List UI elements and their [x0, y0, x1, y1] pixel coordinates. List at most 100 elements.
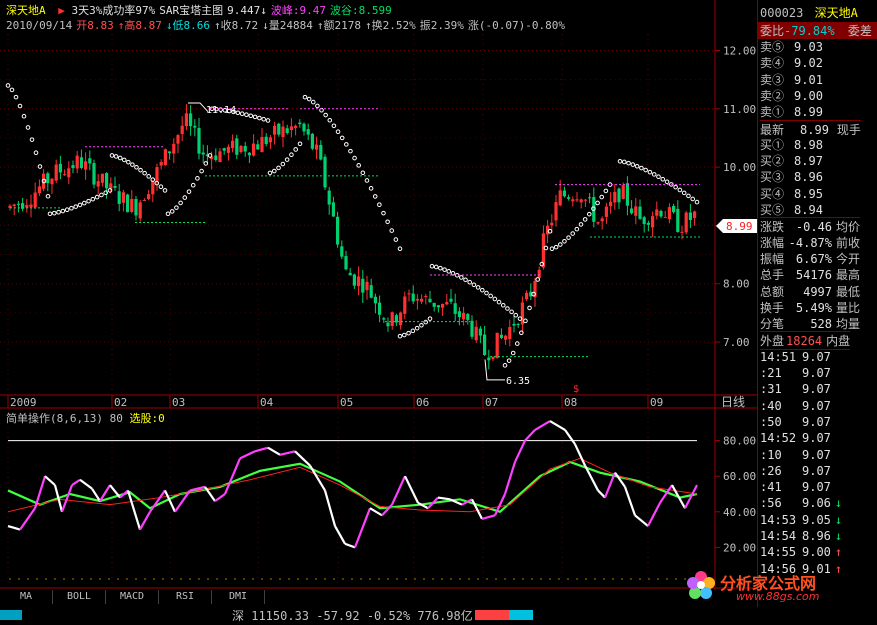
sar-dot	[21, 113, 27, 119]
low-annotation-line	[484, 359, 505, 381]
tab-rsi[interactable]: RSI	[159, 590, 212, 604]
candle-body	[474, 326, 478, 341]
sar-dot	[113, 154, 119, 159]
candle-body	[37, 186, 41, 194]
x-axis-label: 06	[416, 396, 429, 409]
candle-body	[352, 274, 356, 286]
weicha-label: 委差	[847, 24, 872, 38]
stat-row: 分笔 528 均量	[760, 315, 860, 332]
x-axis-label: 07	[485, 396, 498, 409]
sar-dot	[506, 358, 512, 363]
sar-dot	[47, 211, 53, 217]
candle-body	[218, 151, 222, 163]
kline-chart[interactable]: 12.0011.0010.009.008.007.008.99200902030…	[0, 0, 757, 607]
ind-fast-segment	[481, 514, 496, 520]
candle-body	[159, 162, 163, 166]
weibi-row: 委比-79.84% 委差	[758, 22, 877, 39]
sar-dot	[500, 302, 506, 308]
candle-body	[373, 296, 377, 304]
sar-dot	[356, 163, 361, 168]
bid-label: 买①	[760, 137, 785, 152]
candle-body	[201, 152, 205, 155]
tick-time: :40	[760, 398, 782, 413]
candle-body	[256, 144, 260, 150]
sar-dot	[69, 205, 74, 211]
candle-body	[491, 356, 495, 360]
sar-dot	[297, 141, 303, 147]
sar-dot	[389, 228, 395, 233]
sar-dot	[265, 118, 271, 123]
candle-body	[411, 293, 415, 302]
candle-body	[327, 190, 331, 205]
ind-fast-segment	[344, 542, 356, 549]
ask-label: 卖②	[760, 88, 785, 103]
candle-body	[336, 216, 340, 245]
candle-body	[126, 194, 130, 213]
sar-dot	[617, 158, 623, 164]
sar-dot	[406, 330, 411, 336]
candle-body	[558, 190, 562, 206]
candle-body	[550, 222, 554, 226]
tick-time: :56	[760, 496, 782, 511]
tab-dmi[interactable]: DMI	[212, 590, 265, 604]
sar-dot	[248, 113, 254, 119]
candle-body	[688, 212, 692, 221]
ind-fast-segment	[267, 446, 281, 456]
tick-row: 14:54 8.96 ↓	[760, 529, 842, 543]
sar-dot	[603, 188, 609, 194]
candle-body	[105, 173, 109, 189]
indicator-signal: 选股:0	[129, 412, 165, 425]
stat-value: -0.46	[795, 220, 833, 235]
sar-dot	[496, 299, 502, 305]
indicator-tabs: MA BOLL MACD RSI DMI	[0, 590, 265, 604]
candle-body	[54, 164, 58, 181]
candle-body	[168, 151, 172, 154]
sar-dot	[306, 96, 312, 102]
sar-dot	[276, 165, 281, 171]
stat-side-label: 前收	[836, 235, 861, 250]
tick-time: :26	[760, 463, 782, 478]
sar-dot	[190, 182, 196, 188]
tick-arrow-icon: ↑	[834, 545, 843, 560]
sar-dot	[414, 325, 420, 331]
ohlc-value: ↓量24884	[262, 19, 313, 32]
candle-body	[155, 167, 159, 181]
sar-dot	[335, 129, 341, 134]
candle-body	[100, 173, 104, 183]
bid-row: 买⑤ 8.94	[760, 201, 823, 218]
candle-body	[672, 205, 676, 213]
candle-body	[453, 303, 457, 314]
indicator-info: 简单操作(8,6,13) 80 选股:0	[6, 410, 165, 426]
candle-body	[79, 157, 83, 169]
ind-fast-segment	[603, 472, 617, 498]
sar-dot	[323, 112, 328, 118]
sar-dot	[315, 103, 320, 109]
ind-y-tick-label: 40.00	[723, 506, 756, 519]
candle-body	[369, 285, 373, 298]
candle-body	[638, 206, 642, 219]
tab-boll[interactable]: BOLL	[53, 590, 106, 604]
candle-body	[516, 324, 520, 326]
ind-fast-segment	[223, 457, 242, 495]
sar-dot	[261, 116, 266, 122]
weibi-label: 委比	[760, 24, 785, 38]
sar-dot	[352, 155, 357, 161]
inner-label: 内盘	[826, 334, 851, 349]
ind-fast-segment	[564, 429, 576, 445]
stat-row: 振幅 6.67% 今开	[760, 250, 860, 267]
tab-macd[interactable]: MACD	[106, 590, 159, 604]
candle-body	[16, 203, 20, 205]
dropdown-triangle-icon[interactable]: ▶	[58, 4, 65, 17]
candle-body	[663, 217, 667, 219]
tick-price: 9.06	[802, 496, 831, 511]
candle-body	[113, 186, 117, 188]
candle-body	[504, 335, 508, 340]
stat-label: 换手	[760, 300, 785, 315]
tab-ma[interactable]: MA	[0, 590, 53, 604]
chart-area[interactable]: 12.0011.0010.009.008.007.008.99200902030…	[0, 0, 757, 607]
candle-body	[310, 133, 314, 149]
tick-time: :41	[760, 480, 782, 495]
sar-dot	[364, 178, 370, 183]
candle-body	[344, 256, 348, 270]
stock-name-label: 深天地A	[6, 4, 46, 17]
